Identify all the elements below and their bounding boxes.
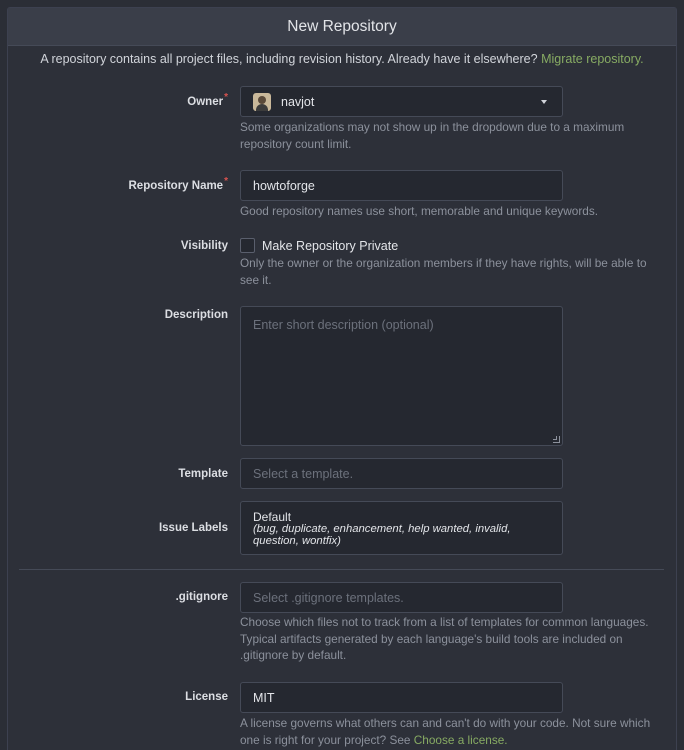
owner-label: Owner* — [187, 92, 228, 108]
owner-label-text: Owner — [187, 96, 224, 108]
private-checkbox-label[interactable]: Make Repository Private — [262, 239, 398, 253]
template-placeholder: Select a template. — [253, 466, 354, 481]
license-dropdown[interactable]: MIT — [240, 682, 563, 713]
required-mark: * — [224, 176, 228, 187]
license-label: License — [185, 691, 228, 703]
choose-license-link[interactable]: Choose a license. — [414, 733, 508, 747]
migrate-repository-link[interactable]: Migrate repository. — [541, 52, 644, 66]
visibility-label: Visibility — [180, 240, 228, 252]
issue-labels-detail: (bug, duplicate, enhancement, help wante… — [253, 523, 511, 547]
license-help: A license governs what others can and ca… — [240, 715, 652, 748]
owner-value: navjot — [281, 94, 315, 109]
gitignore-dropdown[interactable]: Select .gitignore templates. — [240, 582, 563, 613]
panel-title: New Repository — [8, 8, 676, 46]
template-label: Template — [178, 468, 228, 480]
description-label: Description — [164, 309, 228, 321]
resize-handle-icon[interactable] — [553, 436, 560, 443]
chevron-down-icon — [541, 100, 547, 104]
issue-labels-dropdown[interactable]: Default (bug, duplicate, enhancement, he… — [240, 501, 563, 555]
avatar — [253, 92, 271, 111]
issue-labels-label: Issue Labels — [158, 522, 228, 534]
gitignore-label: .gitignore — [175, 591, 228, 603]
required-mark: * — [224, 92, 228, 103]
license-value: MIT — [253, 690, 275, 705]
description-textarea[interactable]: Enter short description (optional) — [240, 306, 563, 446]
repository-name-label-text: Repository Name — [128, 180, 224, 192]
intro-text: A repository contains all project files,… — [0, 52, 684, 66]
owner-help: Some organizations may not show up in th… — [240, 120, 625, 151]
description-placeholder: Enter short description (optional) — [253, 318, 434, 332]
intro-description: A repository contains all project files,… — [40, 52, 538, 66]
repository-name-help: Good repository names use short, memorab… — [240, 204, 599, 218]
gitignore-placeholder: Select .gitignore templates. — [253, 590, 404, 605]
owner-dropdown[interactable]: navjot — [240, 86, 563, 117]
repository-name-value: howtoforge — [253, 178, 315, 193]
private-checkbox[interactable] — [240, 238, 255, 253]
gitignore-help: Choose which files not to track from a l… — [240, 615, 649, 662]
repository-name-label: Repository Name* — [128, 176, 229, 192]
template-dropdown[interactable]: Select a template. — [240, 458, 563, 489]
visibility-help: Only the owner or the organization membe… — [240, 256, 647, 287]
section-divider — [19, 569, 664, 570]
repository-name-input[interactable]: howtoforge — [240, 170, 563, 201]
issue-labels-value: Default — [253, 510, 292, 524]
